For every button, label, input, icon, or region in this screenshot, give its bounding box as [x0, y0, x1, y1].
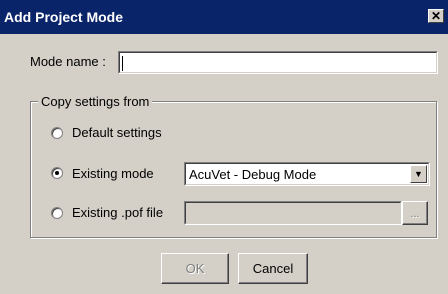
ok-label: OK	[185, 261, 205, 276]
ok-button: OK	[161, 253, 229, 284]
dropdown-button[interactable]: ▼	[410, 165, 427, 183]
radio-selected-dot	[55, 171, 59, 175]
existing-mode-label[interactable]: Existing mode	[72, 166, 154, 181]
existing-pof-radio[interactable]	[51, 207, 63, 219]
cancel-button[interactable]: Cancel	[238, 253, 308, 284]
default-settings-radio[interactable]	[51, 127, 63, 139]
chevron-down-icon: ▼	[414, 169, 423, 179]
close-icon: ✕	[430, 9, 442, 23]
dialog-title: Add Project Mode	[4, 9, 124, 25]
cancel-label: Cancel	[252, 261, 294, 276]
copy-settings-legend: Copy settings from	[38, 94, 153, 109]
browse-button: ...	[402, 201, 428, 225]
mode-name-label: Mode name :	[30, 54, 106, 69]
close-button[interactable]: ✕	[428, 9, 444, 23]
default-settings-label[interactable]: Default settings	[72, 125, 162, 140]
mode-name-input[interactable]	[118, 51, 438, 74]
pof-file-input	[184, 201, 402, 225]
browse-label: ...	[410, 208, 420, 220]
existing-mode-select[interactable]: AcuVet - Debug Mode ▼	[184, 162, 430, 186]
existing-mode-value: AcuVet - Debug Mode	[189, 167, 317, 182]
existing-mode-radio[interactable]	[51, 167, 63, 179]
text-caret	[122, 56, 123, 71]
existing-pof-label[interactable]: Existing .pof file	[72, 205, 163, 220]
title-bar: Add Project Mode ✕	[0, 0, 448, 34]
